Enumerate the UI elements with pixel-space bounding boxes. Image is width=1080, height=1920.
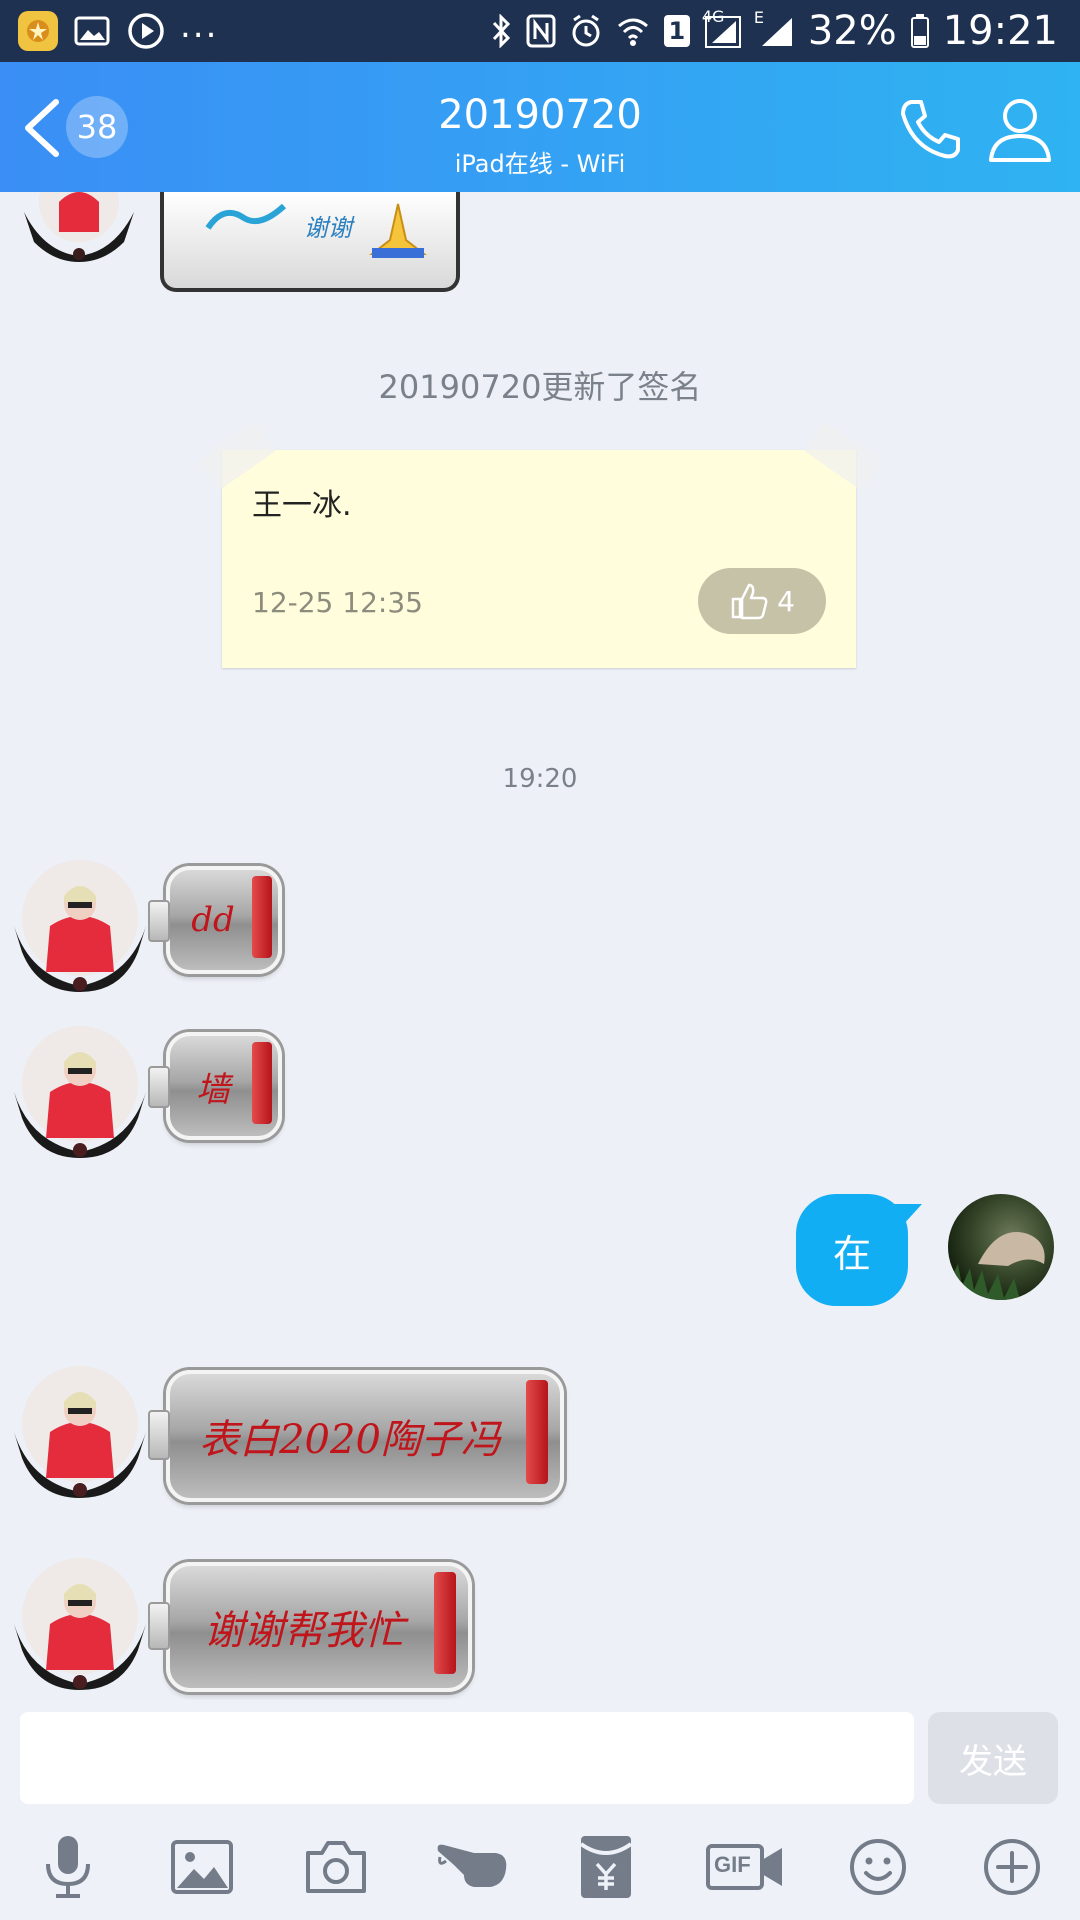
sticker-text: 墙 — [196, 1069, 230, 1110]
emoji-icon[interactable] — [838, 1832, 918, 1902]
unread-count-badge[interactable]: 38 — [66, 96, 128, 158]
network-4g-label: 4G — [701, 7, 725, 26]
gif-icon[interactable]: GIF — [702, 1832, 790, 1902]
online-status: iPad在线 - WiFi — [454, 150, 626, 178]
like-button[interactable]: 4 — [698, 568, 826, 634]
contact-avatar[interactable] — [10, 1362, 150, 1502]
battery-fill — [252, 876, 272, 958]
send-button[interactable]: 发送 — [928, 1712, 1058, 1804]
status-bar: ... 1 4G E 32% 19:21 — [0, 0, 1080, 62]
play-notification-icon — [126, 11, 166, 51]
profile-icon[interactable] — [985, 94, 1055, 164]
battery-percent: 32% — [807, 8, 897, 54]
network-e-label: E — [753, 8, 764, 27]
more-notifications: ... — [180, 6, 219, 46]
alarm-icon — [570, 14, 602, 48]
battery-cap — [148, 1066, 170, 1108]
my-avatar[interactable] — [948, 1194, 1054, 1300]
sticker-message[interactable]: 表白2020陶子冯 — [166, 1370, 564, 1502]
time-separator: 19:20 — [502, 764, 578, 794]
battery-cap — [148, 1410, 170, 1460]
bluetooth-icon — [490, 14, 512, 48]
plus-icon[interactable] — [972, 1832, 1052, 1902]
sticker-text: 谢谢帮我忙 — [204, 1608, 404, 1654]
sticker-text: 表白2020陶子冯 — [199, 1417, 501, 1463]
signature-date: 12-25 12:35 — [252, 586, 423, 619]
battery-icon — [910, 14, 929, 48]
sim1-icon: 1 — [663, 15, 690, 47]
gallery-notification-icon — [72, 11, 112, 51]
thumbs-up-icon — [731, 583, 768, 620]
sticker-text: dd — [191, 900, 235, 940]
status-right: 1 4G E 32% 19:21 — [490, 7, 1058, 54]
signature-note[interactable]: 王一冰. 12-25 12:35 4 — [198, 421, 882, 668]
contact-avatar[interactable] — [14, 192, 144, 262]
image-icon[interactable] — [162, 1832, 242, 1902]
app-notification-icon — [18, 11, 58, 51]
chat-title: 20190720 — [438, 92, 642, 138]
signal-e-icon: E — [754, 8, 794, 48]
signature-text: 王一冰. — [252, 488, 352, 523]
battery-fill — [252, 1042, 272, 1124]
sticker-message[interactable]: 谢谢帮我忙 — [166, 1562, 472, 1692]
battery-cap — [148, 900, 170, 942]
contact-avatar[interactable] — [10, 1022, 150, 1162]
wifi-icon — [616, 14, 650, 48]
input-bar: 发送 GIF — [0, 1700, 1080, 1920]
phone-call-icon[interactable] — [895, 94, 965, 164]
contact-avatar[interactable] — [10, 1554, 150, 1694]
signal-4g-icon: 4G — [702, 7, 744, 49]
like-count: 4 — [777, 584, 795, 618]
message-text: 在 — [832, 1231, 871, 1276]
gif-label: GIF — [714, 1852, 751, 1877]
top-sticker-text: 谢谢 — [304, 214, 352, 242]
poke-icon[interactable] — [432, 1832, 512, 1902]
clock: 19:21 — [942, 8, 1058, 54]
battery-fill — [526, 1380, 548, 1484]
message-input[interactable] — [20, 1712, 914, 1804]
mic-icon[interactable] — [28, 1832, 108, 1902]
battery-fill — [434, 1572, 456, 1674]
battery-cap — [148, 1602, 170, 1650]
tape-decoration — [804, 421, 882, 491]
top-sticker[interactable]: 谢谢 — [160, 192, 460, 292]
chat-header: 38 20190720 iPad在线 - WiFi — [0, 62, 1080, 192]
bubble-tail — [892, 1204, 922, 1226]
status-left: ... — [18, 6, 218, 52]
contact-avatar[interactable] — [10, 856, 150, 996]
system-notice: 20190720更新了签名 — [378, 368, 702, 406]
camera-icon[interactable] — [296, 1832, 376, 1902]
red-packet-icon[interactable] — [566, 1832, 646, 1902]
nfc-icon — [526, 14, 556, 48]
